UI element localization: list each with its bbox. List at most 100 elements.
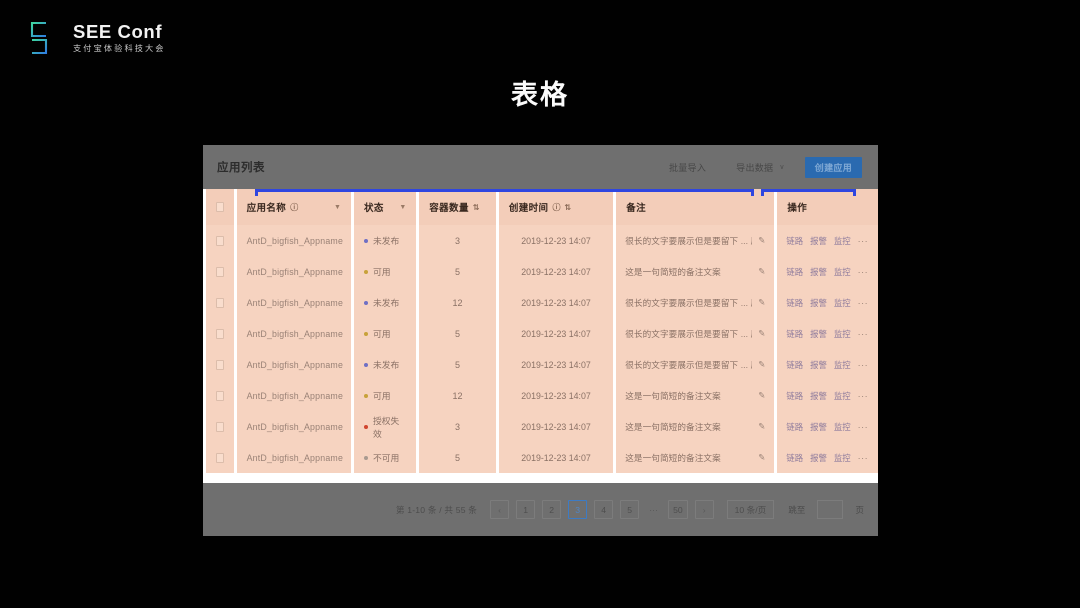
op-link-2[interactable]: 监控 xyxy=(834,421,851,433)
pencil-icon[interactable]: ✎ xyxy=(758,297,765,308)
table-row[interactable]: AntD_bigfish_Appname 未发布 12 2019-12-23 14:0… xyxy=(203,287,878,318)
create-time-column[interactable]: 创建时间 ⓘ ⇅ xyxy=(495,189,615,225)
app-name-cell[interactable]: AntD_bigfish_Appname xyxy=(233,225,353,256)
pagination-prev-button[interactable]: ‹ xyxy=(490,500,510,519)
row-checkbox[interactable] xyxy=(216,328,224,339)
row-checkbox[interactable] xyxy=(216,297,224,308)
table-row[interactable]: AntD_bigfish_Appname 授权失效 3 2019-12-23 14:0… xyxy=(203,411,878,442)
more-actions-icon[interactable]: ··· xyxy=(858,267,869,277)
pagination-page-4[interactable]: 4 xyxy=(594,500,614,519)
pagination-page-1[interactable]: 1 xyxy=(516,500,536,519)
app-name-cell[interactable]: AntD_bigfish_Appname xyxy=(233,318,353,349)
more-actions-icon[interactable]: ··· xyxy=(858,298,869,308)
app-name-cell[interactable]: AntD_bigfish_Appname xyxy=(233,442,353,473)
table-row[interactable]: AntD_bigfish_Appname 未发布 5 2019-12-23 14:07… xyxy=(203,349,878,380)
pagination-page-5[interactable]: 5 xyxy=(620,500,640,519)
op-link-1[interactable]: 报警 xyxy=(810,359,827,371)
op-link-0[interactable]: 链路 xyxy=(786,266,803,278)
pencil-icon[interactable]: ✎ xyxy=(758,390,765,401)
pencil-icon[interactable]: ✎ xyxy=(758,328,765,339)
op-link-2[interactable]: 监控 xyxy=(834,266,851,278)
question-circle-icon[interactable]: ⓘ xyxy=(552,202,560,213)
status-filter-icon[interactable]: ▼ xyxy=(399,204,406,211)
row-select-cell[interactable] xyxy=(203,442,236,473)
pagination-page-3[interactable]: 3 xyxy=(568,500,588,519)
batch-import-button[interactable]: 批量导入 xyxy=(658,156,717,178)
more-actions-icon[interactable]: ··· xyxy=(858,329,869,339)
app-name-sort-icon[interactable]: ▼ xyxy=(334,204,341,211)
app-name-cell[interactable]: AntD_bigfish_Appname xyxy=(233,256,353,287)
row-select-cell[interactable] xyxy=(203,318,236,349)
app-name-cell[interactable]: AntD_bigfish_Appname xyxy=(233,411,353,442)
row-select-cell[interactable] xyxy=(203,380,236,411)
op-link-1[interactable]: 报警 xyxy=(810,452,827,464)
row-checkbox[interactable] xyxy=(216,359,224,370)
op-link-1[interactable]: 报警 xyxy=(810,266,827,278)
container-count-sort-icon[interactable]: ⇅ xyxy=(473,203,480,212)
export-data-dropdown[interactable]: 导出数据 ∨ xyxy=(726,156,795,178)
status-column[interactable]: 状态 ▼ xyxy=(350,189,418,225)
row-select-cell[interactable] xyxy=(203,225,236,256)
table-row[interactable]: AntD_bigfish_Appname 不可用 5 2019-12-23 14:07… xyxy=(203,442,878,473)
create-time-sort-icon[interactable]: ⇅ xyxy=(564,203,571,212)
row-select-cell[interactable] xyxy=(203,256,236,287)
op-link-2[interactable]: 监控 xyxy=(834,390,851,402)
pagination-last-page[interactable]: 50 xyxy=(668,500,688,519)
op-link-0[interactable]: 链路 xyxy=(786,235,803,247)
question-circle-icon[interactable]: ⓘ xyxy=(290,202,298,213)
op-link-1[interactable]: 报警 xyxy=(810,235,827,247)
more-actions-icon[interactable]: ··· xyxy=(858,360,869,370)
op-link-0[interactable]: 链路 xyxy=(786,421,803,433)
op-link-1[interactable]: 报警 xyxy=(810,297,827,309)
op-link-1[interactable]: 报警 xyxy=(810,390,827,402)
op-link-1[interactable]: 报警 xyxy=(810,421,827,433)
table-row[interactable]: AntD_bigfish_Appname 可用 5 2019-12-23 14:07 很… xyxy=(203,318,878,349)
op-link-2[interactable]: 监控 xyxy=(834,235,851,247)
more-actions-icon[interactable]: ··· xyxy=(858,391,869,401)
pencil-icon[interactable]: ✎ xyxy=(758,235,765,246)
row-checkbox[interactable] xyxy=(216,235,224,246)
pencil-icon[interactable]: ✎ xyxy=(758,359,765,370)
op-link-0[interactable]: 链路 xyxy=(786,359,803,371)
select-all-checkbox[interactable] xyxy=(216,202,224,212)
container-count-column[interactable]: 容器数量 ⇅ xyxy=(416,189,498,225)
jump-page-input[interactable] xyxy=(817,500,844,519)
row-select-cell[interactable] xyxy=(203,411,236,442)
pagination-next-button[interactable]: › xyxy=(694,500,714,519)
op-link-0[interactable]: 链路 xyxy=(786,452,803,464)
op-link-0[interactable]: 链路 xyxy=(786,390,803,402)
op-link-2[interactable]: 监控 xyxy=(834,297,851,309)
table-row[interactable]: AntD_bigfish_Appname 可用 12 2019-12-23 14:07… xyxy=(203,380,878,411)
app-name-cell[interactable]: AntD_bigfish_Appname xyxy=(233,380,353,411)
select-all-header[interactable] xyxy=(203,189,236,225)
pencil-icon[interactable]: ✎ xyxy=(758,421,765,432)
create-app-button[interactable]: 创建应用 xyxy=(804,156,862,178)
row-checkbox[interactable] xyxy=(216,452,224,463)
more-actions-icon[interactable]: ··· xyxy=(858,422,869,432)
op-link-2[interactable]: 监控 xyxy=(834,359,851,371)
pagination-page-2[interactable]: 2 xyxy=(542,500,562,519)
row-select-cell[interactable] xyxy=(203,349,236,380)
app-name-cell[interactable]: AntD_bigfish_Appname xyxy=(233,349,353,380)
more-actions-icon[interactable]: ··· xyxy=(858,453,869,463)
row-select-cell[interactable] xyxy=(203,287,236,318)
more-actions-icon[interactable]: ··· xyxy=(858,236,869,246)
brand-subtitle: 支付宝体验科技大会 xyxy=(73,44,166,53)
app-name-cell[interactable]: AntD_bigfish_Appname xyxy=(233,287,353,318)
row-checkbox[interactable] xyxy=(216,266,224,277)
op-link-2[interactable]: 监控 xyxy=(834,328,851,340)
op-link-0[interactable]: 链路 xyxy=(786,328,803,340)
row-checkbox[interactable] xyxy=(216,421,224,432)
row-checkbox[interactable] xyxy=(216,390,224,401)
op-link-1[interactable]: 报警 xyxy=(810,328,827,340)
op-link-2[interactable]: 监控 xyxy=(834,452,851,464)
app-name-text: AntD_bigfish_Appname xyxy=(246,452,344,463)
pencil-icon[interactable]: ✎ xyxy=(758,266,765,277)
remark-cell: 这是一句简短的备注文案 ✎ xyxy=(613,411,776,442)
op-link-0[interactable]: 链路 xyxy=(786,297,803,309)
app-name-column[interactable]: 应用名称 ⓘ ▼ xyxy=(233,189,353,225)
pencil-icon[interactable]: ✎ xyxy=(758,452,765,463)
table-row[interactable]: AntD_bigfish_Appname 未发布 3 2019-12-23 14:07… xyxy=(203,225,878,256)
table-row[interactable]: AntD_bigfish_Appname 可用 5 2019-12-23 14:07 这… xyxy=(203,256,878,287)
page-size-select[interactable]: 10 条/页 xyxy=(726,500,775,519)
